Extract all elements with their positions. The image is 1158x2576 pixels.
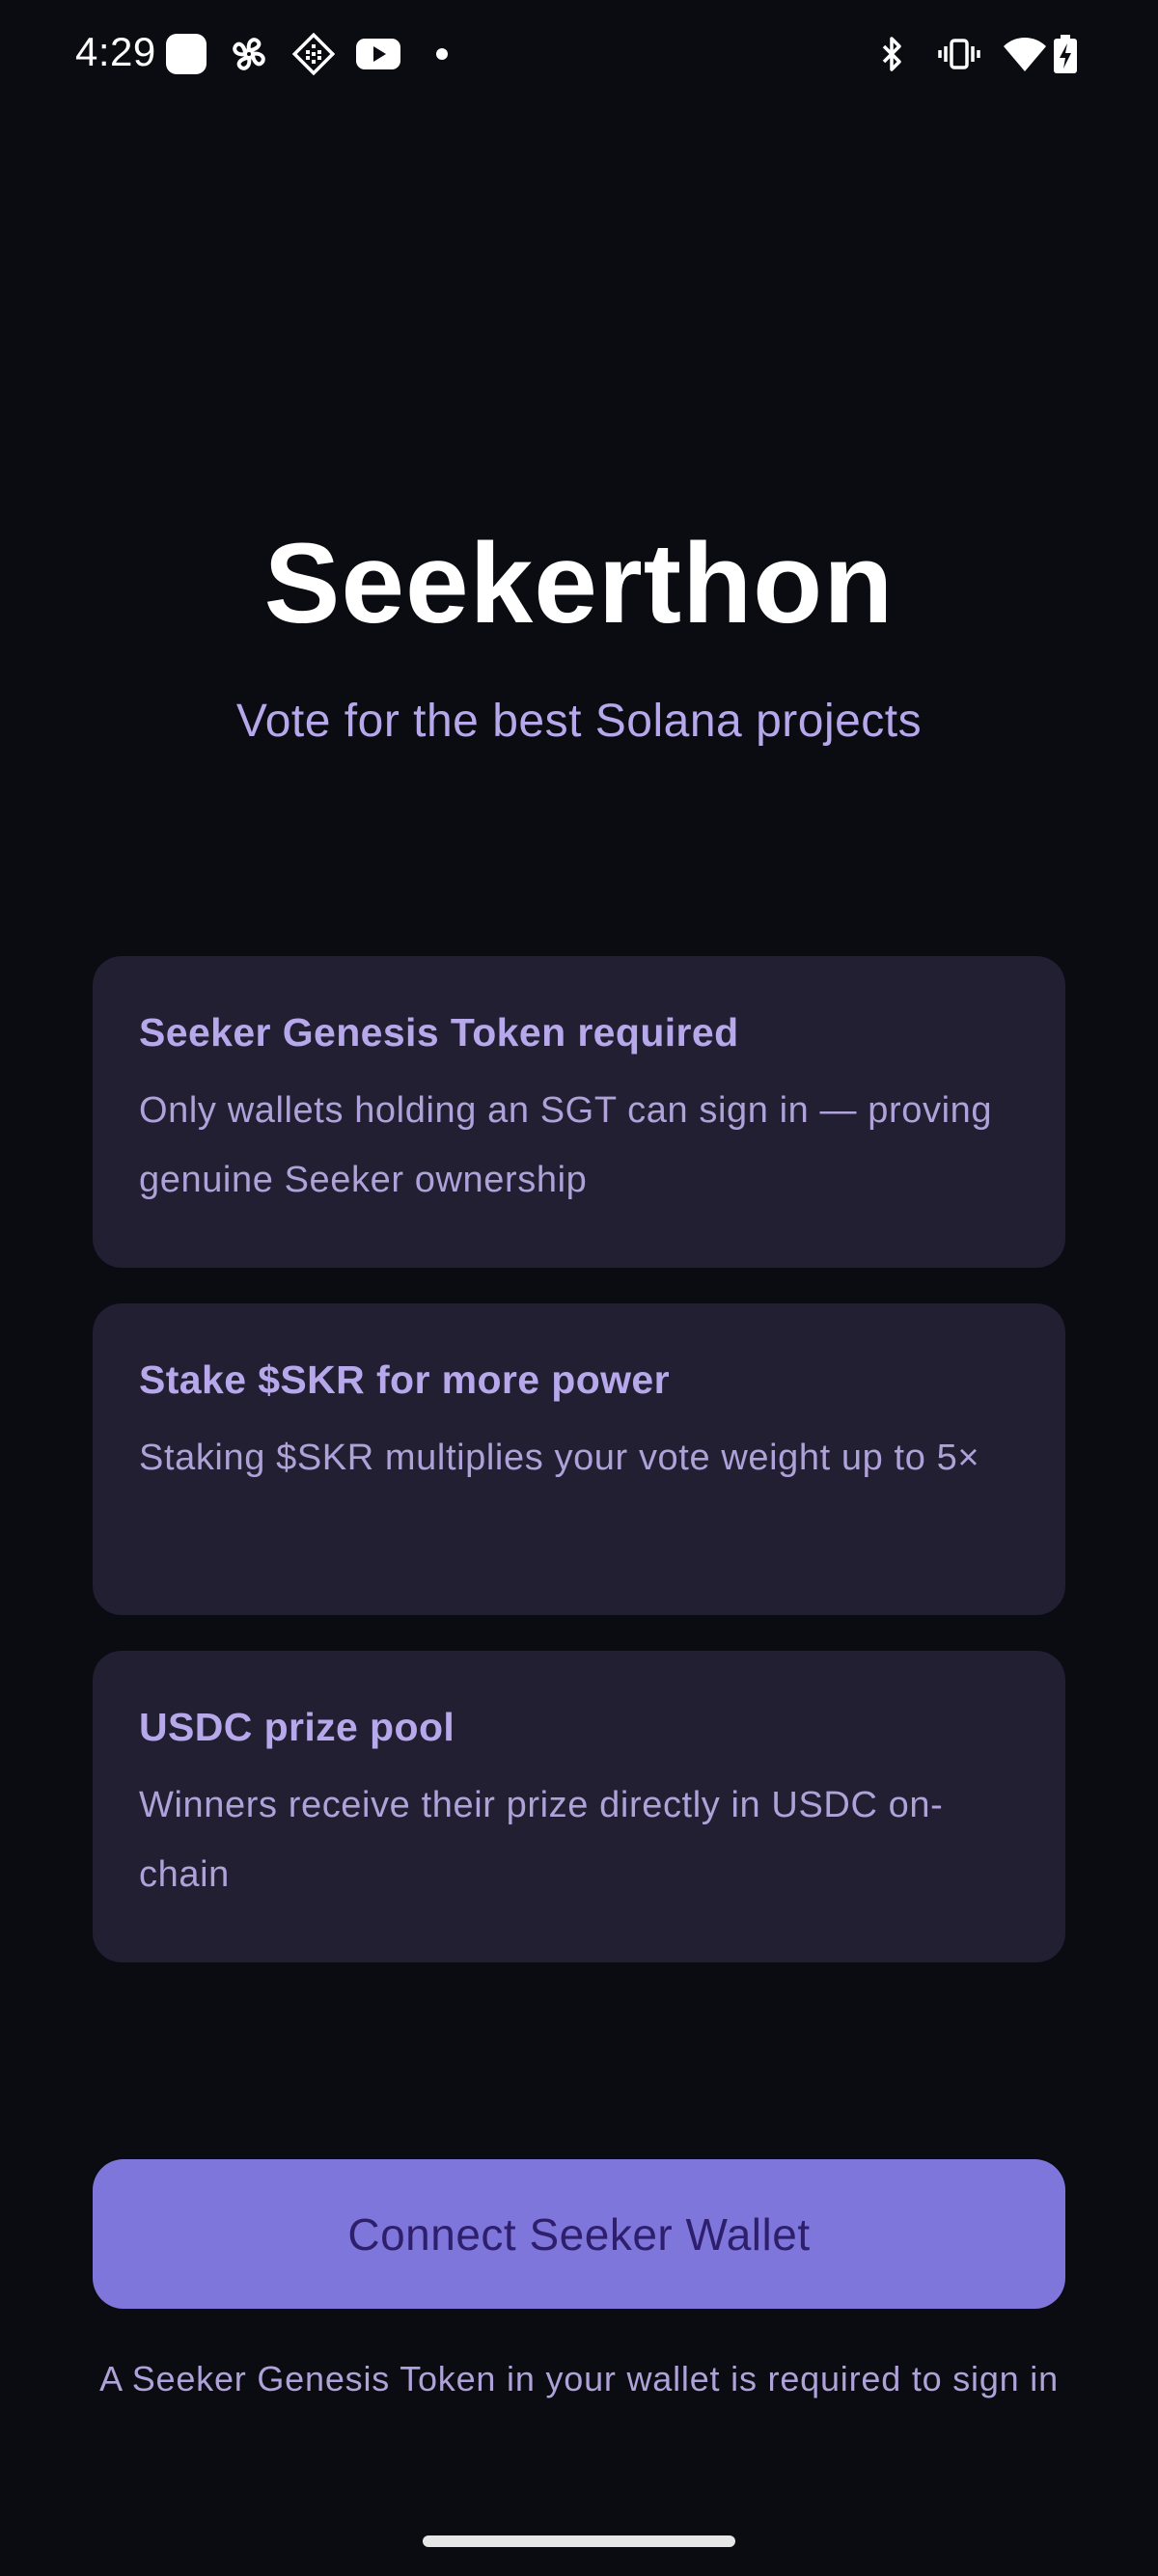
app-title: Seekerthon xyxy=(263,520,895,647)
info-card-stake: Stake $SKR for more power Staking $SKR m… xyxy=(93,1303,1065,1615)
youtube-icon xyxy=(355,33,401,75)
dot-icon xyxy=(430,33,473,75)
card-text: Staking $SKR multiplies your vote weight… xyxy=(139,1438,980,1478)
card-title: Seeker Genesis Token required xyxy=(139,1010,739,1055)
status-time: 4:29 xyxy=(75,29,156,74)
app-subtitle: Vote for the best Solana projects xyxy=(235,696,923,747)
wifi-icon xyxy=(1002,33,1048,75)
pinwheel-icon xyxy=(228,33,270,75)
bluetooth-icon xyxy=(870,33,913,75)
connect-wallet-button[interactable]: Connect Seeker Wallet xyxy=(93,2159,1065,2309)
card-text: Winners receive their prize directly in … xyxy=(139,1785,944,1895)
vibrate-icon xyxy=(938,33,980,75)
card-title: USDC prize pool xyxy=(139,1705,455,1749)
card-title: Stake $SKR for more power xyxy=(139,1357,670,1402)
status-bar: 4:29 xyxy=(0,0,1158,106)
battery-charging-icon xyxy=(1052,33,1079,75)
info-card-sgt: Seeker Genesis Token required Only walle… xyxy=(93,956,1065,1268)
app-icon xyxy=(165,33,207,75)
home-indicator[interactable] xyxy=(423,2535,735,2547)
card-text: Only wallets holding an SGT can sign in … xyxy=(139,1090,993,1200)
diamond-grid-icon xyxy=(292,33,335,75)
info-card-prize: USDC prize pool Winners receive their pr… xyxy=(93,1651,1065,1962)
sign-in-requirement-note: A Seeker Genesis Token in your wallet is… xyxy=(99,2359,1059,2398)
